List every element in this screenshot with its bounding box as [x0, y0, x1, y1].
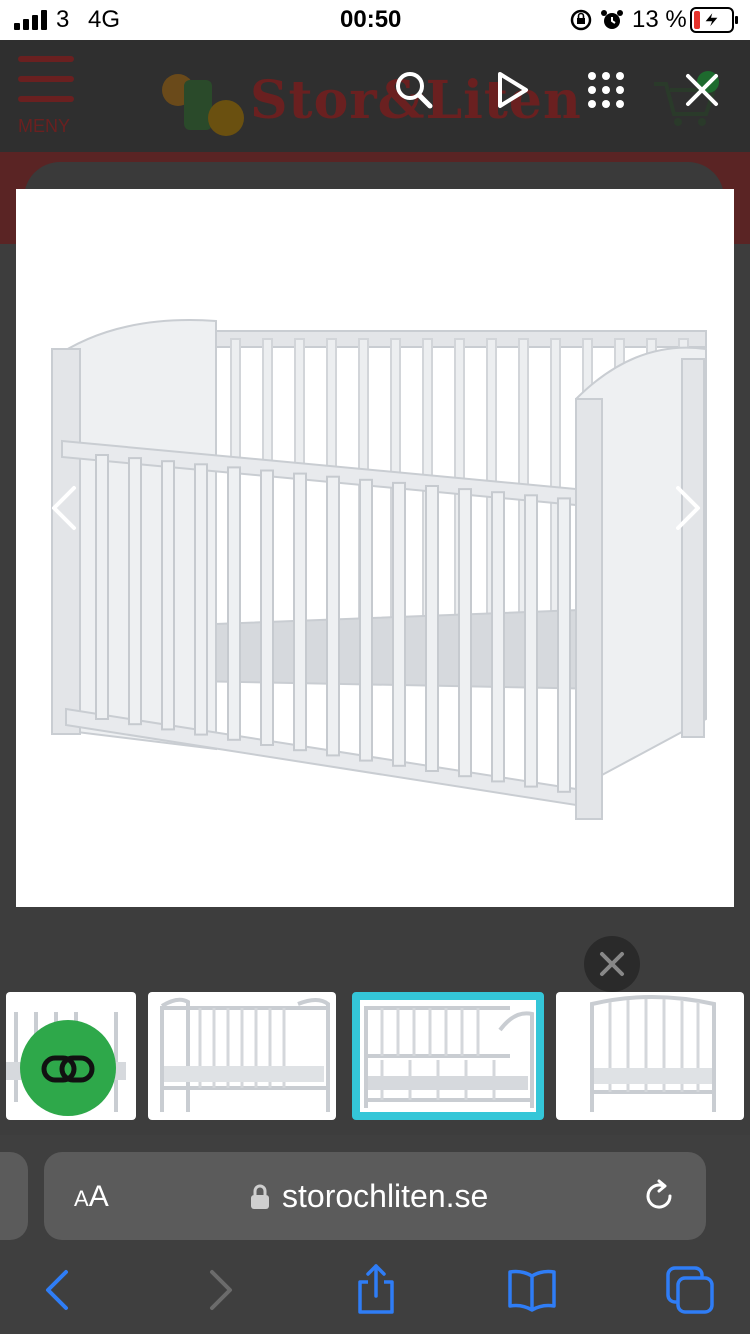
crib-front-slat — [557, 497, 571, 793]
previous-tab-stub[interactable] — [0, 1152, 28, 1240]
battery-percent: 13 % — [632, 6, 687, 33]
orientation-lock-icon — [570, 9, 592, 31]
crib-front-slat — [458, 488, 472, 778]
crib-front-slat — [491, 491, 505, 783]
reload-icon[interactable] — [642, 1178, 678, 1214]
ar-view-button[interactable] — [20, 1020, 116, 1116]
crib-front-slat — [161, 460, 175, 731]
link-icon — [41, 1055, 95, 1083]
crib-front-slat — [227, 466, 241, 741]
network-label: 4G — [88, 6, 121, 33]
lock-icon — [251, 1184, 269, 1209]
share-icon[interactable] — [348, 1262, 404, 1318]
signal-icon — [14, 10, 47, 30]
main-product-image[interactable] — [16, 189, 734, 907]
text-size-button[interactable]: AA — [74, 1180, 109, 1214]
text-size-label-small: A — [74, 1186, 89, 1211]
close-icon — [600, 952, 624, 976]
crib-thumbnail — [160, 997, 330, 1112]
forward-icon[interactable] — [192, 1262, 248, 1318]
alarm-icon — [601, 10, 623, 29]
back-icon[interactable] — [30, 1262, 86, 1318]
address-bar[interactable]: AA storochliten.se — [44, 1152, 706, 1240]
crib-thumbnail — [364, 1006, 534, 1108]
crib-front-slat — [425, 485, 439, 772]
crib-thumbnail — [590, 995, 716, 1112]
status-bar: 3 4G 00:50 13 % — [0, 0, 750, 40]
crib-front-slat — [260, 469, 274, 746]
tabs-icon[interactable] — [662, 1262, 718, 1318]
close-overlay-button[interactable] — [584, 936, 640, 992]
thumbnail-3-selected[interactable] — [352, 992, 544, 1120]
crib-front-slat — [524, 494, 538, 788]
crib-image — [51, 319, 707, 820]
crib-front-slat — [359, 478, 373, 762]
search-icon[interactable] — [386, 62, 442, 118]
crib-front-slat — [95, 454, 109, 720]
crib-front-slat — [128, 457, 142, 726]
text-size-label: A — [88, 1180, 109, 1213]
grid-icon[interactable] — [578, 62, 634, 118]
thumbnail-4[interactable] — [556, 992, 744, 1120]
close-icon[interactable] — [674, 62, 730, 118]
bookmarks-icon[interactable] — [504, 1262, 560, 1318]
play-icon[interactable] — [484, 62, 540, 118]
chevron-left-icon[interactable] — [44, 480, 84, 536]
crib-front-slat — [194, 463, 208, 736]
crib-front-slat — [326, 475, 340, 757]
clock: 00:50 — [340, 6, 402, 33]
crib-front-slat — [293, 472, 307, 752]
carrier-label: 3 — [56, 6, 70, 33]
thumbnail-2[interactable] — [148, 992, 336, 1120]
crib-front-slat — [392, 481, 406, 767]
chevron-right-icon[interactable] — [668, 480, 708, 536]
url-text[interactable]: storochliten.se — [282, 1178, 488, 1215]
logo-mascot-icon — [162, 74, 244, 136]
menu-label: MENY — [18, 116, 71, 136]
battery-charging-icon — [690, 7, 738, 33]
